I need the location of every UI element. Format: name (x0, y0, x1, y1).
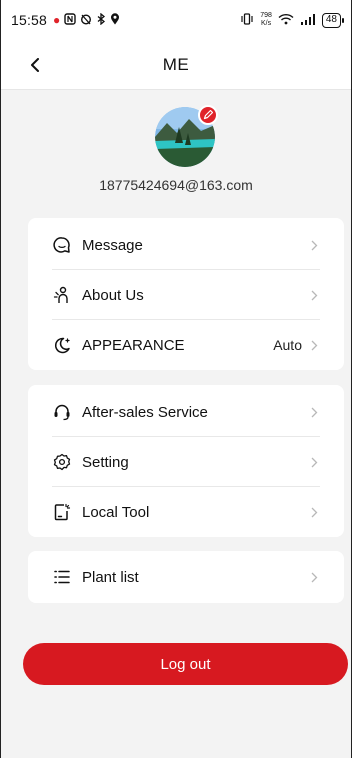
wifi-icon (278, 13, 294, 28)
app-notification-icon: ● (53, 13, 61, 27)
menu-item-label: About Us (82, 286, 144, 304)
chevron-right-icon (308, 570, 320, 584)
chevron-right-icon (308, 505, 320, 519)
top-nav-bar: ME (1, 40, 351, 90)
menu-item-message[interactable]: Message (28, 220, 344, 270)
menu-item-label: After-sales Service (82, 403, 208, 421)
local-tool-icon (52, 502, 72, 522)
nfc-icon (64, 12, 76, 28)
list-icon (52, 567, 72, 587)
vibrate-icon (240, 12, 254, 28)
chevron-right-icon (308, 338, 320, 352)
chevron-right-icon (308, 288, 320, 302)
menu-item-label: Local Tool (82, 503, 150, 521)
user-email: 18775424694@163.com (99, 177, 253, 193)
menu-item-label: Plant list (82, 568, 139, 586)
menu-item-appearance[interactable]: APPEARANCE Auto (28, 320, 344, 370)
menu-item-label: APPEARANCE (82, 336, 185, 354)
appearance-icon (52, 335, 72, 355)
gear-icon (52, 452, 72, 472)
profile-avatar-container[interactable] (155, 105, 218, 167)
appearance-value: Auto (273, 337, 302, 353)
menu-item-about-us[interactable]: About Us (28, 270, 344, 320)
chevron-left-icon (31, 58, 39, 72)
headset-icon (52, 402, 72, 422)
about-us-icon (52, 285, 72, 305)
location-icon (110, 12, 120, 28)
alarm-off-icon (80, 13, 92, 28)
menu-item-local-tool[interactable]: Local Tool (28, 487, 344, 537)
menu-item-label: Message (82, 236, 143, 254)
logout-button[interactable]: Log out (23, 643, 348, 685)
menu-item-label: Setting (82, 453, 129, 471)
message-icon (52, 235, 72, 255)
menu-card-plants: Plant list (28, 551, 344, 603)
menu-item-setting[interactable]: Setting (28, 437, 344, 487)
network-speed-unit: K/s (260, 20, 272, 27)
back-button[interactable] (25, 55, 45, 75)
battery-icon: 48 (321, 12, 345, 28)
network-speed-value: 798 (260, 12, 272, 19)
status-time: 15:58 (11, 12, 48, 28)
chevron-right-icon (308, 455, 320, 469)
status-notification-icons: ● (53, 12, 120, 28)
status-bar: 15:58 ● 798 K/s 48 (1, 0, 351, 40)
pencil-icon (203, 110, 213, 120)
menu-item-plant-list[interactable]: Plant list (28, 552, 344, 602)
menu-card-support: After-sales Service Setting Local Tool (28, 385, 344, 537)
app-screen: 15:58 ● 798 K/s 48 ME 18775424694@163.co… (0, 0, 352, 758)
network-speed: 798 K/s (260, 12, 272, 28)
chevron-right-icon (308, 405, 320, 419)
page-title: ME (162, 54, 190, 74)
bluetooth-icon (96, 12, 106, 28)
chevron-right-icon (308, 238, 320, 252)
status-system-icons: 798 K/s 48 (240, 12, 345, 28)
edit-avatar-button[interactable] (198, 105, 218, 125)
menu-card-general: Message About Us APPEARANCE Auto (28, 218, 344, 370)
signal-icon (300, 13, 316, 28)
menu-item-after-sales-service[interactable]: After-sales Service (28, 387, 344, 437)
